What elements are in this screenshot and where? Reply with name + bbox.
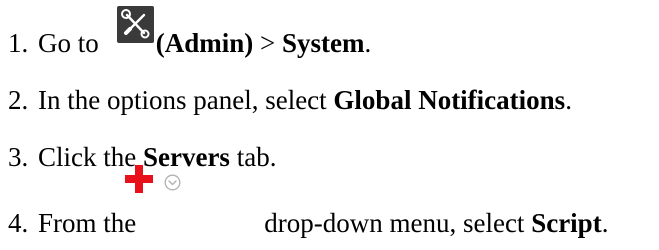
admin-tools-icon: [117, 6, 154, 43]
chevron-down-icon: [164, 167, 181, 191]
admin-label: (Admin): [155, 28, 254, 58]
separator: >: [253, 28, 282, 58]
global-notifications-label: Global Notifications: [333, 85, 566, 115]
step-number: 3.: [8, 142, 29, 172]
step-number: 4.: [8, 208, 29, 238]
script-label: Script: [531, 208, 602, 238]
servers-label: Servers: [142, 142, 230, 172]
step-pre-text: Go to: [38, 28, 99, 58]
step-text: Go to (Admin) > System.: [38, 28, 372, 58]
step-number: 2.: [8, 85, 29, 115]
system-label: System: [282, 28, 365, 58]
plus-icon: [124, 164, 154, 194]
step-text: From the drop-down menu, select Script.: [38, 208, 609, 238]
step-text: In the options panel, select Global Noti…: [38, 85, 572, 115]
step-number: 1.: [8, 28, 29, 58]
step-text: Click the Servers tab.: [38, 142, 277, 172]
